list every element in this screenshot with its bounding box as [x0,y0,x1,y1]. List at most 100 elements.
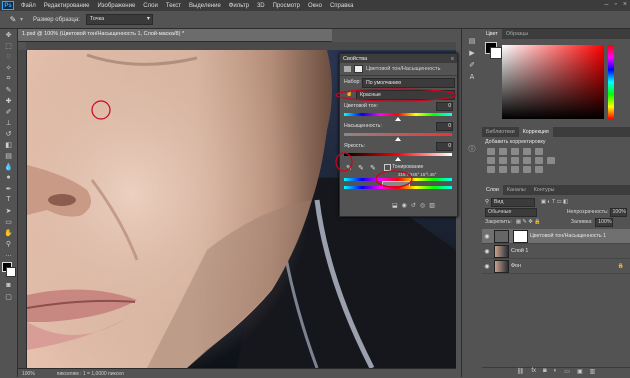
layer-name: Фон [511,263,521,269]
color-panel [482,39,630,127]
tab-libraries[interactable]: Библиотеки [482,127,519,137]
layer-row[interactable]: ◉ Фон 🔒 [482,259,630,274]
mask-icon[interactable] [354,65,363,73]
color-swatches[interactable] [0,260,17,280]
properties-subheader: Цветовой тон/Насыщенность [340,63,457,76]
tab-channels[interactable]: Каналы [503,185,530,195]
menu-help[interactable]: Справка [326,3,358,9]
eyedropper-icon[interactable]: ✎ [0,84,17,95]
layers-controls: ⚲ Вид ▣ ◐ T ▭ ◧ Обычные Непрозрачность: … [482,195,630,229]
layer-row[interactable]: ◉ Цветовой тон/Насыщенность 1 [482,229,630,244]
quick-select-tool-icon[interactable]: ✧ [0,62,17,73]
marquee-tool-icon[interactable]: ⬚ [0,40,17,51]
eye-icon[interactable]: ◉ [482,233,492,240]
adjustment-layer-icon [494,229,509,243]
gradient-tool-icon[interactable]: ▤ [0,150,17,161]
shape-tool-icon[interactable]: ▭ [0,216,17,227]
more-tools-icon[interactable]: … [0,249,17,260]
minimize-icon[interactable]: – [605,1,609,8]
type-tool-icon[interactable]: T [0,194,17,205]
vibrance-adjust-icon[interactable] [535,148,543,155]
panel-menu-icon[interactable]: ≡ [451,56,454,62]
menu-3d[interactable]: 3D [253,3,269,9]
background-color-icon[interactable] [6,267,16,277]
blur-tool-icon[interactable]: 💧 [0,161,17,172]
tab-adjustments[interactable]: Коррекция [518,127,553,137]
quick-mask-icon[interactable]: ◙ [0,280,17,291]
path-select-icon[interactable]: ➤ [0,205,17,216]
hand-tool-icon[interactable]: ✋ [0,227,17,238]
pen-tool-icon[interactable]: ✒ [0,183,17,194]
layer-row[interactable]: ◉ Слой 1 [482,244,630,259]
clone-stamp-icon[interactable]: ⊥ [0,117,17,128]
brush-tool-icon[interactable]: ✐ [0,106,17,117]
tab-color[interactable]: Цвет [482,29,502,39]
brush-panel-icon[interactable]: ✐ [462,59,482,71]
zoom-tool-icon[interactable]: ⚲ [0,238,17,249]
layer-filter-select[interactable]: Вид [490,197,535,207]
healing-brush-icon[interactable]: ✚ [0,95,17,106]
maximize-icon[interactable]: ▫ [614,1,616,8]
properties-tab[interactable]: Свойства [343,56,367,62]
threshold-adjust-icon[interactable] [511,166,519,173]
filter-type-icons[interactable]: ▣ ◐ T ▭ ◧ [541,199,568,205]
sample-size-label: Размер образца: [33,16,80,23]
move-tool-icon[interactable]: ✥ [0,29,17,40]
menu-select[interactable]: Выделение [185,3,225,9]
history-panel-icon[interactable]: ▤ [462,35,482,47]
history-brush-icon[interactable]: ↺ [0,128,17,139]
bg-color-icon[interactable] [490,47,502,59]
menu-window[interactable]: Окно [304,3,326,9]
menu-image[interactable]: Изображение [93,3,139,9]
gradient-map-adjust-icon[interactable] [535,166,543,173]
tool-preset-chevron-icon[interactable]: ▾ [20,16,23,23]
menu-type[interactable]: Текст [162,3,185,9]
brightness-adjust-icon[interactable] [487,148,495,155]
zoom-level[interactable]: 100% [18,371,35,377]
info-panel-icon[interactable]: ⓘ [462,143,482,155]
photo-filter-adjust-icon[interactable] [523,157,531,164]
document-tab[interactable]: 1.psd @ 100% (Цветовой тон/Насыщенность … [18,29,332,42]
collapsed-panels-dock: ▤ ▶ ✐ A ⓘ [461,29,483,377]
color-lookup-adjust-icon[interactable] [547,157,555,164]
dodge-tool-icon[interactable]: ● [0,172,17,183]
eye-icon[interactable]: ◉ [482,263,492,270]
hue-sat-adjust-icon[interactable] [487,157,495,164]
levels-adjust-icon[interactable] [499,148,507,155]
hue-strip[interactable] [608,45,614,119]
tab-paths[interactable]: Контуры [530,185,559,195]
layer-mask-thumbnail[interactable] [513,229,528,243]
invert-adjust-icon[interactable] [487,166,495,173]
bw-adjust-icon[interactable] [511,157,519,164]
eyedropper-tool-icon[interactable]: ✎ [6,14,20,26]
lock-icons[interactable]: ▦ ✎ ✥ 🔒 [516,219,541,225]
crop-tool-icon[interactable]: ⌗ [0,73,17,84]
eraser-tool-icon[interactable]: ◧ [0,139,17,150]
posterize-adjust-icon[interactable] [499,166,507,173]
adjustment-icon [344,66,351,72]
eye-icon[interactable]: ◉ [482,248,492,255]
tab-layers[interactable]: Слои [482,185,503,195]
color-balance-adjust-icon[interactable] [499,157,507,164]
exposure-adjust-icon[interactable] [523,148,531,155]
tab-swatches[interactable]: Образцы [502,29,532,39]
color-picker-field[interactable] [502,45,604,119]
menu-edit[interactable]: Редактирование [40,3,94,9]
channel-mixer-adjust-icon[interactable] [535,157,543,164]
window-controls: – ▫ × [605,1,627,8]
lasso-tool-icon[interactable]: ◌ [0,51,17,62]
selective-color-adjust-icon[interactable] [523,166,531,173]
sample-size-select[interactable]: Точка [85,14,153,25]
menu-filter[interactable]: Фильтр [225,3,253,9]
menu-view[interactable]: Просмотр [269,3,304,9]
blend-mode-select[interactable]: Обычные [485,207,537,217]
opacity-value[interactable]: 100% [610,207,627,217]
close-icon[interactable]: × [623,1,627,8]
menu-file[interactable]: Файл [17,3,40,9]
character-panel-icon[interactable]: A [462,71,482,83]
screen-mode-icon[interactable]: ▢ [0,291,17,302]
actions-panel-icon[interactable]: ▶ [462,47,482,59]
menu-layers[interactable]: Слои [139,3,162,9]
curves-adjust-icon[interactable] [511,148,519,155]
fill-value[interactable]: 100% [594,217,613,227]
